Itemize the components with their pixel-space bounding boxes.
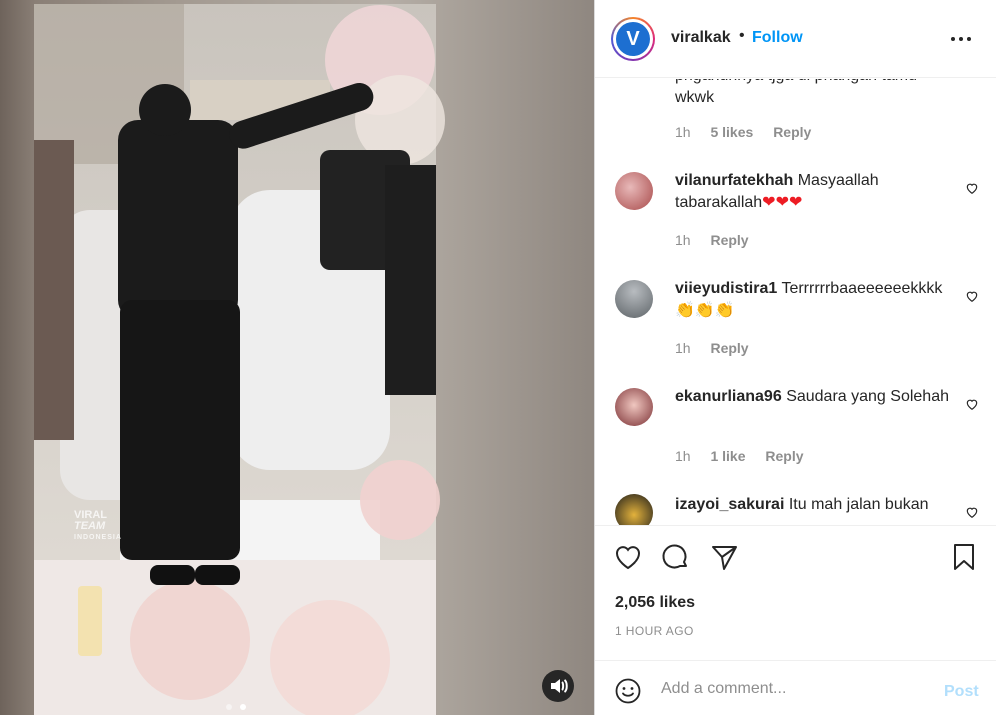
watermark: VIRAL TEAM INDONESIA — [74, 510, 122, 543]
like-comment-heart-icon[interactable] — [965, 181, 979, 195]
post-timestamp[interactable]: 1 HOUR AGO — [615, 624, 694, 638]
comment-text: pnganunnya tjga di pnangan tamu wkwk — [675, 79, 917, 106]
follow-button[interactable]: Follow — [752, 29, 803, 47]
like-comment-heart-icon[interactable] — [965, 505, 979, 519]
comment-time: 1h — [675, 340, 691, 356]
comment-item: pnganunnya tjga di pnangan tamu wkwk 1h … — [595, 79, 996, 159]
comment-text-block: vilanurfatekhah Masyaallah tabarakallah❤… — [675, 170, 950, 214]
separator-dot: • — [739, 27, 745, 44]
comment-text: Terrrrrrbaaeeeeeekkkk — [781, 280, 943, 297]
share-icon[interactable] — [709, 542, 739, 572]
volume-icon — [551, 679, 568, 693]
comment-item: viieyudistira1 Terrrrrrbaaeeeeeekkkk 👏👏👏… — [595, 275, 996, 375]
post-header: V viralkak • Follow — [595, 0, 996, 78]
commenter-username[interactable]: izayoi_sakurai — [675, 496, 784, 513]
likes-count[interactable]: 2,056 likes — [615, 594, 695, 612]
comment-item: vilanurfatekhah Masyaallah tabarakallah❤… — [595, 167, 996, 267]
carousel-dot — [226, 704, 232, 710]
like-comment-heart-icon[interactable] — [965, 289, 979, 303]
comment-likes[interactable]: 5 likes — [710, 124, 753, 140]
author-username[interactable]: viralkak — [671, 29, 731, 47]
comment-text: Saudara yang Solehah — [786, 388, 949, 405]
comment-text-block: ekanurliana96 Saudara yang Solehah — [675, 386, 950, 408]
add-comment-input[interactable] — [661, 679, 921, 699]
comment-meta: 1h Reply — [675, 340, 765, 356]
post-button[interactable]: Post — [944, 683, 979, 701]
comment-time: 1h — [675, 448, 691, 464]
carousel-dots — [226, 697, 247, 715]
author-avatar[interactable]: V — [611, 17, 655, 61]
reply-button[interactable]: Reply — [710, 232, 748, 248]
like-heart-icon[interactable] — [613, 542, 643, 572]
commenter-avatar[interactable] — [615, 494, 653, 525]
more-options-icon[interactable] — [951, 28, 973, 48]
carousel-dot-active — [240, 704, 247, 710]
commenter-avatar[interactable] — [615, 172, 653, 210]
emoji-smile-icon[interactable] — [615, 678, 641, 704]
volume-button[interactable] — [542, 670, 574, 702]
post-video[interactable]: VIRAL TEAM INDONESIA — [0, 0, 594, 715]
comments-list[interactable]: pnganunnya tjga di pnangan tamu wkwk 1h … — [595, 79, 996, 525]
comment-text-block: izayoi_sakurai Itu mah jalan bukan — [675, 494, 950, 516]
heart-emoji: ❤❤❤ — [762, 194, 803, 211]
comment-text-block: viieyudistira1 Terrrrrrbaaeeeeeekkkk 👏👏👏 — [675, 278, 950, 322]
commenter-username[interactable]: vilanurfatekhah — [675, 172, 793, 189]
comment-text: Itu mah jalan bukan — [788, 496, 929, 513]
viralkak-logo: V — [616, 22, 650, 56]
comment-meta: 1h Reply — [675, 232, 765, 248]
watermark-line2: TEAM — [74, 520, 106, 532]
post-panel: V viralkak • Follow pnganunnya tjga di p… — [594, 0, 996, 715]
commenter-avatar[interactable] — [615, 388, 653, 426]
comment-time: 1h — [675, 124, 691, 140]
comment-item: ekanurliana96 Saudara yang Solehah 1h 1 … — [595, 383, 996, 483]
comment-icon[interactable] — [661, 542, 691, 572]
watermark-line3: INDONESIA — [74, 534, 122, 541]
post-actions: 2,056 likes 1 HOUR AGO — [595, 525, 996, 661]
commenter-username[interactable]: viieyudistira1 — [675, 280, 777, 297]
commenter-avatar[interactable] — [615, 280, 653, 318]
comment-likes[interactable]: 1 like — [710, 448, 745, 464]
clap-emoji: 👏👏👏 — [675, 302, 735, 319]
video-frame — [34, 4, 445, 715]
comment-item: izayoi_sakurai Itu mah jalan bukan — [595, 491, 996, 525]
comment-meta: 1h 5 likes Reply — [675, 124, 827, 140]
comment-time: 1h — [675, 232, 691, 248]
add-comment-bar: Post — [595, 660, 996, 715]
comment-meta: 1h 1 like Reply — [675, 448, 820, 464]
like-comment-heart-icon[interactable] — [965, 397, 979, 411]
commenter-username[interactable]: ekanurliana96 — [675, 388, 782, 405]
bookmark-icon[interactable] — [949, 542, 979, 572]
reply-button[interactable]: Reply — [765, 448, 803, 464]
reply-button[interactable]: Reply — [773, 124, 811, 140]
reply-button[interactable]: Reply — [710, 340, 748, 356]
